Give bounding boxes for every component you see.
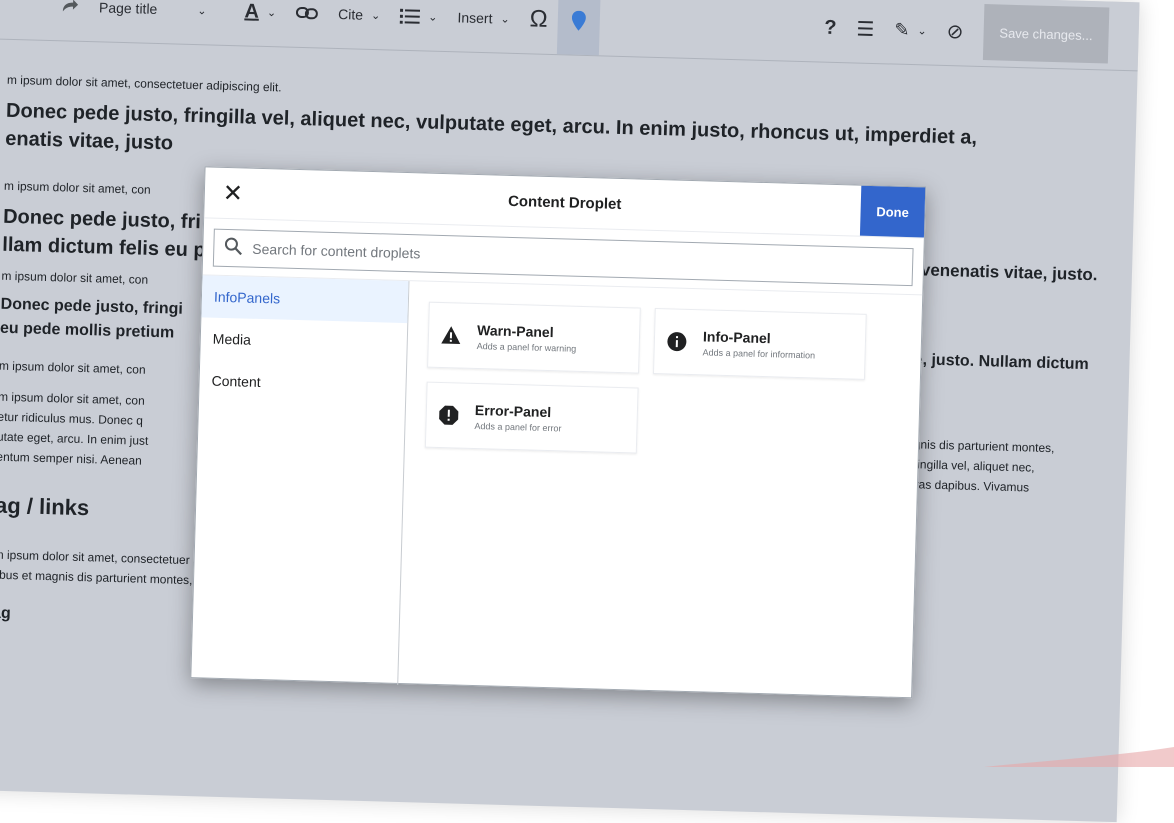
category-sidebar: InfoPanels Media Content	[191, 275, 410, 685]
content-droplet-button[interactable]	[556, 0, 601, 56]
error-icon	[438, 405, 459, 426]
cancel-button[interactable]: ⊘	[936, 0, 975, 66]
page-title-dropdown[interactable]: Page title ⌄	[88, 0, 235, 45]
menu-button[interactable]: ☰	[846, 0, 886, 63]
chevron-down-icon: ⌄	[197, 4, 207, 17]
decorative-swoosh	[984, 747, 1174, 767]
cite-dropdown[interactable]: Cite ⌄	[327, 0, 391, 49]
omega-icon: Ω	[529, 5, 549, 33]
card-text: Info-Panel Adds a panel for information	[702, 328, 815, 360]
chevron-down-icon: ⌄	[917, 24, 927, 37]
card-title: Info-Panel	[702, 327, 771, 346]
cite-label: Cite	[337, 6, 364, 23]
droplet-card-error-panel[interactable]: Error-Panel Adds a panel for error	[424, 381, 639, 454]
droplet-card-warn-panel[interactable]: Warn-Panel Adds a panel for warning	[427, 301, 641, 374]
link-icon	[296, 6, 319, 21]
card-description: Adds a panel for error	[474, 420, 562, 433]
sidebar-item-media[interactable]: Media	[200, 317, 407, 365]
dialog-body: InfoPanels Media Content Warn-Panel Adds…	[191, 274, 923, 700]
chevron-down-icon: ⌄	[500, 13, 510, 26]
dialog-title: Content Droplet	[507, 192, 622, 213]
card-description: Adds a panel for warning	[476, 340, 577, 354]
list-dropdown[interactable]: ⌄	[389, 0, 448, 51]
list-icon	[400, 8, 421, 25]
search-icon	[224, 236, 243, 259]
hamburger-icon: ☰	[856, 17, 875, 41]
edit-mode-dropdown[interactable]: ✎ ⌄	[883, 0, 937, 65]
text-style-button[interactable]: A ⌄	[234, 0, 288, 47]
text-line: tae, justo. Nullam dictum	[899, 350, 1090, 374]
droplet-grid: Warn-Panel Adds a panel for warning Info…	[398, 281, 922, 699]
insert-dropdown[interactable]: Insert ⌄	[447, 0, 521, 53]
text-line: a, venenatis vitae, justo.	[901, 259, 1098, 285]
chevron-down-icon: ⌄	[266, 6, 277, 19]
card-description: Adds a panel for information	[702, 346, 816, 360]
cancel-icon: ⊘	[946, 20, 964, 43]
card-text: Warn-Panel Adds a panel for warning	[477, 322, 577, 354]
chevron-down-icon: ⌄	[370, 9, 381, 22]
pencil-icon: ✎	[894, 19, 910, 40]
content-droplet-dialog: ✕ Content Droplet Done InfoPanels Media …	[190, 166, 927, 700]
map-marker-icon	[571, 10, 586, 31]
warning-icon	[441, 325, 462, 346]
special-character-button[interactable]: Ω	[519, 0, 559, 54]
card-text: Error-Panel Adds a panel for error	[474, 401, 562, 432]
chevron-down-icon: ⌄	[428, 11, 438, 24]
help-icon: ?	[823, 16, 837, 39]
card-title: Warn-Panel	[476, 321, 554, 340]
text-style-icon: A	[244, 0, 260, 23]
sidebar-item-content[interactable]: Content	[199, 359, 406, 407]
search-input[interactable]	[250, 239, 903, 276]
help-button[interactable]: ?	[813, 0, 847, 62]
done-button[interactable]: Done	[859, 185, 926, 238]
card-title: Error-Panel	[474, 401, 552, 420]
info-icon	[667, 331, 688, 352]
droplet-card-info-panel[interactable]: Info-Panel Adds a panel for information	[652, 307, 867, 380]
save-changes-button[interactable]: Save changes...	[982, 4, 1110, 64]
insert-label: Insert	[457, 9, 493, 27]
link-button[interactable]	[285, 0, 329, 48]
sidebar-item-infopanels[interactable]: InfoPanels	[201, 275, 409, 324]
page-title-label: Page title	[98, 0, 158, 17]
redo-button[interactable]	[0, 0, 90, 41]
redo-icon	[59, 0, 79, 15]
